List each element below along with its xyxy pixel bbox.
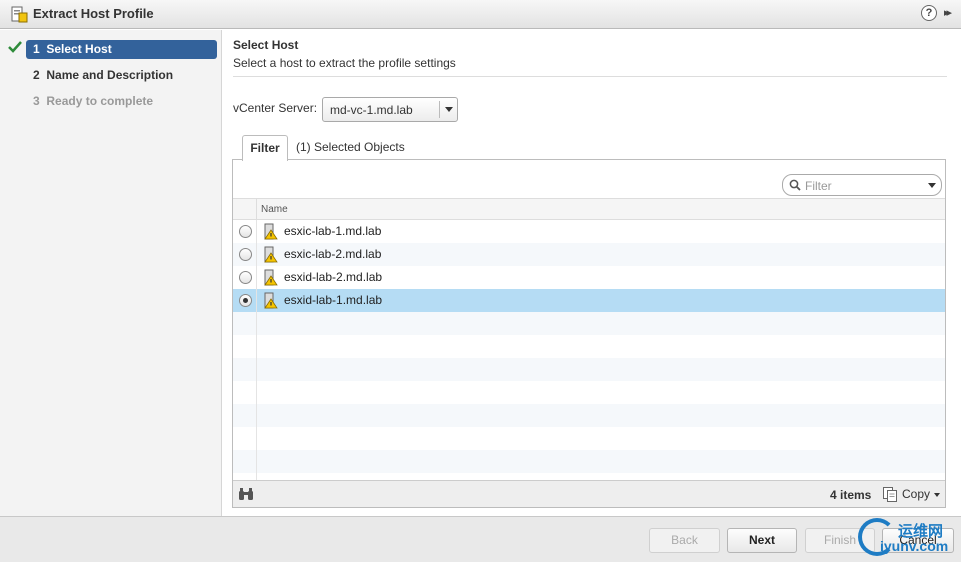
host-name: esxid-lab-2.md.lab [284, 270, 383, 284]
host-name: esxic-lab-2.md.lab [284, 247, 382, 261]
tab-filter[interactable]: Filter [242, 135, 288, 161]
copy-icon [883, 487, 897, 502]
window-title: Extract Host Profile [33, 6, 154, 21]
chevron-down-icon[interactable] [928, 183, 936, 188]
watermark-url: iyunv.com [880, 538, 949, 554]
wizard-footer: Back Next Finish Cancel [0, 516, 961, 562]
column-divider [256, 220, 257, 480]
radio-dot [243, 298, 248, 303]
table-row[interactable]: esxid-lab-2.md.lab [233, 266, 945, 289]
empty-row [233, 404, 945, 427]
step-ready-to-complete: 3 Ready to complete [26, 92, 217, 111]
tab-selected-objects[interactable]: (1) Selected Objects [296, 140, 405, 154]
divider [233, 76, 947, 77]
step-number: 1 [33, 42, 40, 56]
grid-header: Name [233, 198, 945, 221]
vcenter-value: md-vc-1.md.lab [330, 103, 413, 117]
column-header-name[interactable]: Name [261, 204, 288, 215]
table-row-selected[interactable]: esxid-lab-1.md.lab [233, 289, 945, 312]
expand-icon[interactable]: ▸▸ [944, 6, 952, 19]
vcenter-select[interactable]: md-vc-1.md.lab [322, 97, 458, 122]
empty-row [233, 427, 945, 450]
host-grid: Filter Name esxic-lab-1.md.lab esxic-lab… [232, 159, 946, 508]
host-profile-icon [11, 6, 28, 23]
copy-button[interactable]: Copy [882, 485, 944, 504]
step-number: 3 [33, 94, 40, 108]
empty-row [233, 450, 945, 473]
host-warning-icon [264, 246, 278, 263]
step-name-description[interactable]: 2 Name and Description [26, 66, 217, 85]
step-label: Ready to complete [46, 94, 154, 108]
host-name: esxic-lab-1.md.lab [284, 224, 382, 238]
grid-footer: 4 items Copy [233, 480, 945, 507]
empty-row [233, 358, 945, 381]
main-content: Select Host Select a host to extract the… [222, 30, 961, 516]
host-warning-icon [264, 292, 278, 309]
page-subtitle: Select a host to extract the profile set… [233, 56, 456, 70]
help-button[interactable]: ? [921, 5, 937, 21]
host-warning-icon [264, 269, 278, 286]
filter-placeholder: Filter [805, 179, 832, 193]
copy-label: Copy [902, 487, 931, 501]
row-radio[interactable] [239, 248, 252, 261]
step-select-host[interactable]: 1 Select Host [26, 40, 217, 59]
page-title: Select Host [233, 38, 299, 52]
vcenter-label: vCenter Server: [233, 101, 318, 115]
table-row[interactable]: esxic-lab-1.md.lab [233, 220, 945, 243]
back-button[interactable]: Back [649, 528, 720, 553]
empty-row [233, 312, 945, 335]
checkmark-icon [8, 41, 22, 53]
row-radio-checked[interactable] [239, 294, 252, 307]
step-label: Select Host [46, 42, 112, 56]
empty-row [233, 381, 945, 404]
binoculars-icon[interactable] [238, 487, 254, 501]
row-radio[interactable] [239, 225, 252, 238]
watermark-logo: 运维网 iyunv.com [858, 516, 961, 562]
search-icon [789, 179, 801, 191]
step-number: 2 [33, 68, 40, 82]
title-bar: Extract Host Profile ? ▸▸ [0, 0, 961, 29]
chevron-down-icon [934, 493, 940, 497]
table-row[interactable]: esxic-lab-2.md.lab [233, 243, 945, 266]
items-count: 4 items [830, 488, 872, 502]
next-button[interactable]: Next [727, 528, 797, 553]
row-radio[interactable] [239, 271, 252, 284]
wizard-steps-sidebar: 1 Select Host 2 Name and Description 3 R… [0, 30, 222, 516]
select-separator [439, 101, 440, 118]
filter-input[interactable]: Filter [782, 174, 942, 196]
host-name: esxid-lab-1.md.lab [284, 293, 383, 307]
chevron-down-icon [445, 107, 453, 112]
grid-body: esxic-lab-1.md.lab esxic-lab-2.md.lab es… [233, 220, 945, 480]
step-label: Name and Description [46, 68, 174, 82]
host-warning-icon [264, 223, 278, 240]
empty-row [233, 335, 945, 358]
column-divider [256, 199, 257, 221]
